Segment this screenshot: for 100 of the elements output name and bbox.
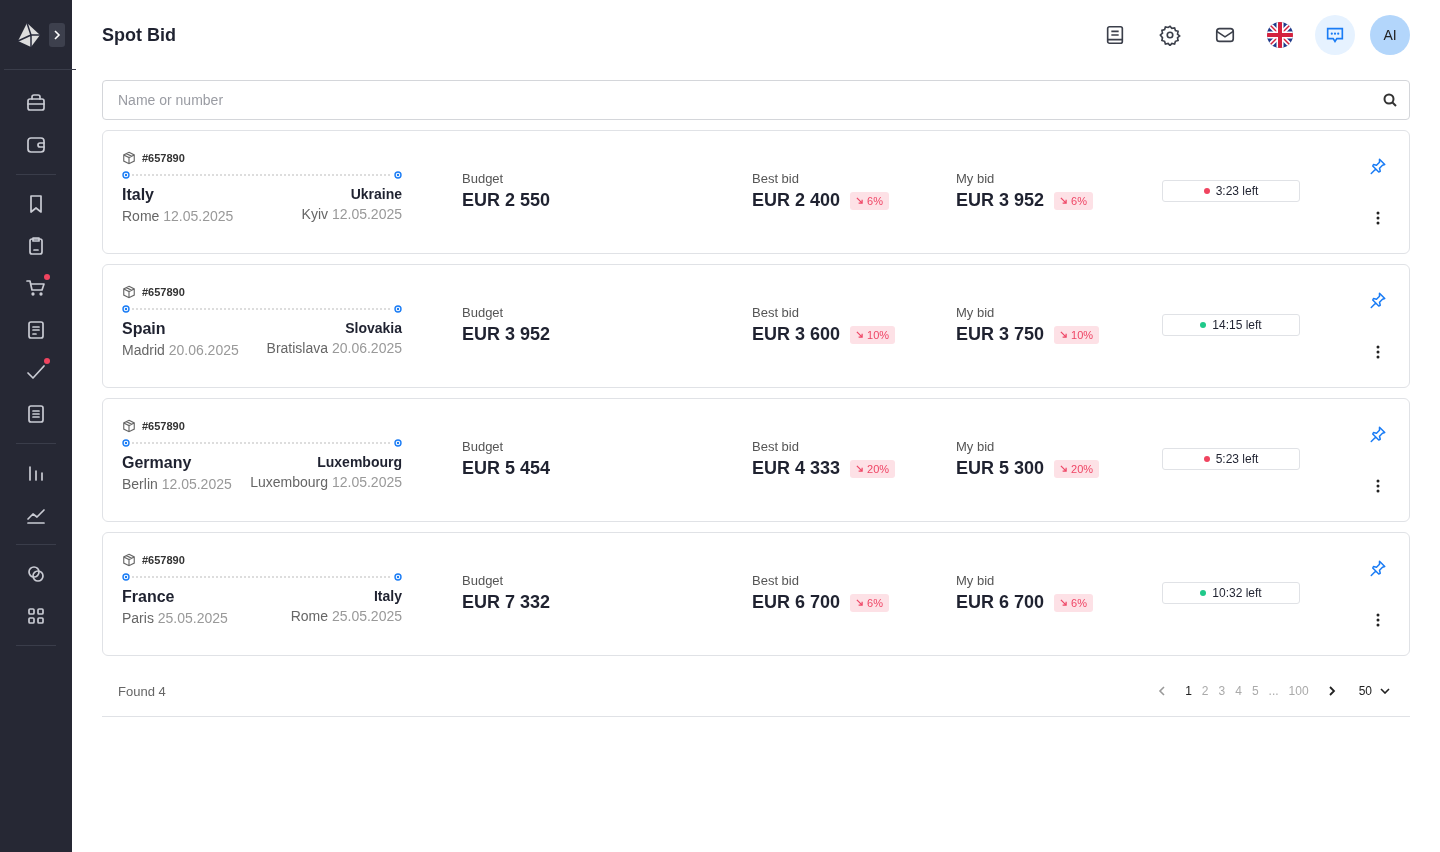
page-title: Spot Bid [102,24,176,46]
best-bid-label: Best bid [752,305,800,320]
best-bid-amount: EUR 6 700 [752,592,841,613]
pin-icon [1369,291,1387,309]
origin-city: Madrid [122,342,165,358]
arrow-down-right-icon [856,197,864,204]
flag-icon [1267,22,1293,48]
chat-button[interactable] [1315,15,1355,55]
budget-label: Budget [462,305,505,320]
change-percent: 10% [1071,328,1094,341]
destination-country: Luxembourg [316,454,402,470]
pin-icon [1369,157,1387,175]
budget-amount: EUR 2 550 [462,190,552,211]
package-icon [122,285,136,299]
origin-date: 12.05.2025 [161,476,232,492]
page-link[interactable]: 100 [1288,684,1309,698]
origin-city: Berlin [122,476,158,492]
destination-city: Kyiv [301,206,329,222]
change-percent: 6% [867,596,883,609]
time-left: 14:15 left [1212,318,1262,332]
budget-label: Budget [462,171,505,186]
budget-amount: EUR 5 454 [462,458,552,479]
page-link[interactable]: ... [1268,684,1279,698]
origin-date: 20.06.2025 [168,342,239,358]
arrow-down-right-icon [1060,197,1068,204]
change-percent: 20% [867,462,890,475]
origin-country: France [122,588,176,606]
page-link[interactable]: 4 [1235,684,1242,698]
order-number: #657890 [142,554,185,566]
destination-date: 25.05.2025 [331,608,402,624]
destination-date: 20.06.2025 [331,340,402,356]
change-percent: 10% [867,328,890,341]
more-icon [1376,211,1380,225]
logo-icon [15,20,43,49]
order-number: #657890 [142,286,185,298]
my-bid-amount: EUR 3 750 [956,324,1045,345]
package-icon [122,553,136,567]
notification-dot [44,358,50,364]
chevron-right-icon [53,28,61,41]
order-number: #657890 [142,152,185,164]
budget-label: Budget [462,573,505,588]
destination-country: Slovakia [344,320,402,336]
destination-city: Luxembourg [250,474,329,490]
best-bid-amount: EUR 4 333 [752,458,841,479]
search-field[interactable]: Name or number [102,80,1410,120]
destination-city: Rome [290,608,329,624]
page-link[interactable]: 5 [1251,684,1259,698]
change-percent: 20% [1071,462,1094,475]
results-count: Found 4 [118,683,166,699]
page-size-select[interactable]: 50 [1358,684,1390,698]
my-bid-label: My bid [956,305,996,320]
destination-date: 12.05.2025 [331,206,402,222]
pin-icon [1369,425,1387,443]
origin-date: 25.05.2025 [157,610,228,626]
destination-date: 12.05.2025 [331,474,402,490]
budget-amount: EUR 3 952 [462,324,552,345]
package-icon [122,151,136,165]
origin-country: Italy [122,186,155,204]
best-bid-amount: EUR 3 600 [752,324,841,345]
my-bid-amount: EUR 5 300 [956,458,1045,479]
notification-dot [44,274,50,280]
time-left: 3:23 left [1215,184,1259,198]
destination-city: Bratislava [266,340,329,356]
origin-country: Germany [122,454,193,472]
avatar[interactable]: AI [1370,15,1410,55]
pin-icon [1369,559,1387,577]
best-bid-label: Best bid [752,573,800,588]
my-bid-label: My bid [956,439,996,454]
origin-city: Paris [122,610,154,626]
change-percent: 6% [1071,596,1087,609]
arrow-down-right-icon [856,599,864,606]
page-link[interactable]: 2 [1201,684,1209,698]
destination-country: Ukraine [349,186,402,202]
change-percent: 6% [1071,194,1087,207]
chevron-down-icon [1380,688,1390,694]
origin-country: Spain [122,320,167,338]
origin-date: 12.05.2025 [163,208,234,224]
package-icon [122,419,136,433]
my-bid-label: My bid [956,573,996,588]
change-percent: 6% [867,194,883,207]
page-link[interactable]: 1 [1185,684,1192,698]
book-icon [1104,24,1126,46]
page-link[interactable]: 3 [1218,684,1226,698]
chevron-left-icon [1158,685,1167,697]
expand-button[interactable] [49,22,65,47]
arrow-down-right-icon [856,465,864,472]
arrow-down-right-icon [1060,599,1068,606]
arrow-down-right-icon [1060,465,1068,472]
search-icon[interactable] [1382,92,1398,108]
more-icon [1376,345,1380,359]
my-bid-amount: EUR 3 952 [956,190,1045,211]
arrow-down-right-icon [856,331,864,338]
my-bid-label: My bid [956,171,996,186]
budget-amount: EUR 7 332 [462,592,552,613]
best-bid-amount: EUR 2 400 [752,190,841,211]
origin-city: Rome [122,208,160,224]
best-bid-label: Best bid [752,171,800,186]
budget-label: Budget [462,439,505,454]
time-left: 10:32 left [1212,586,1262,600]
more-icon [1376,479,1380,493]
